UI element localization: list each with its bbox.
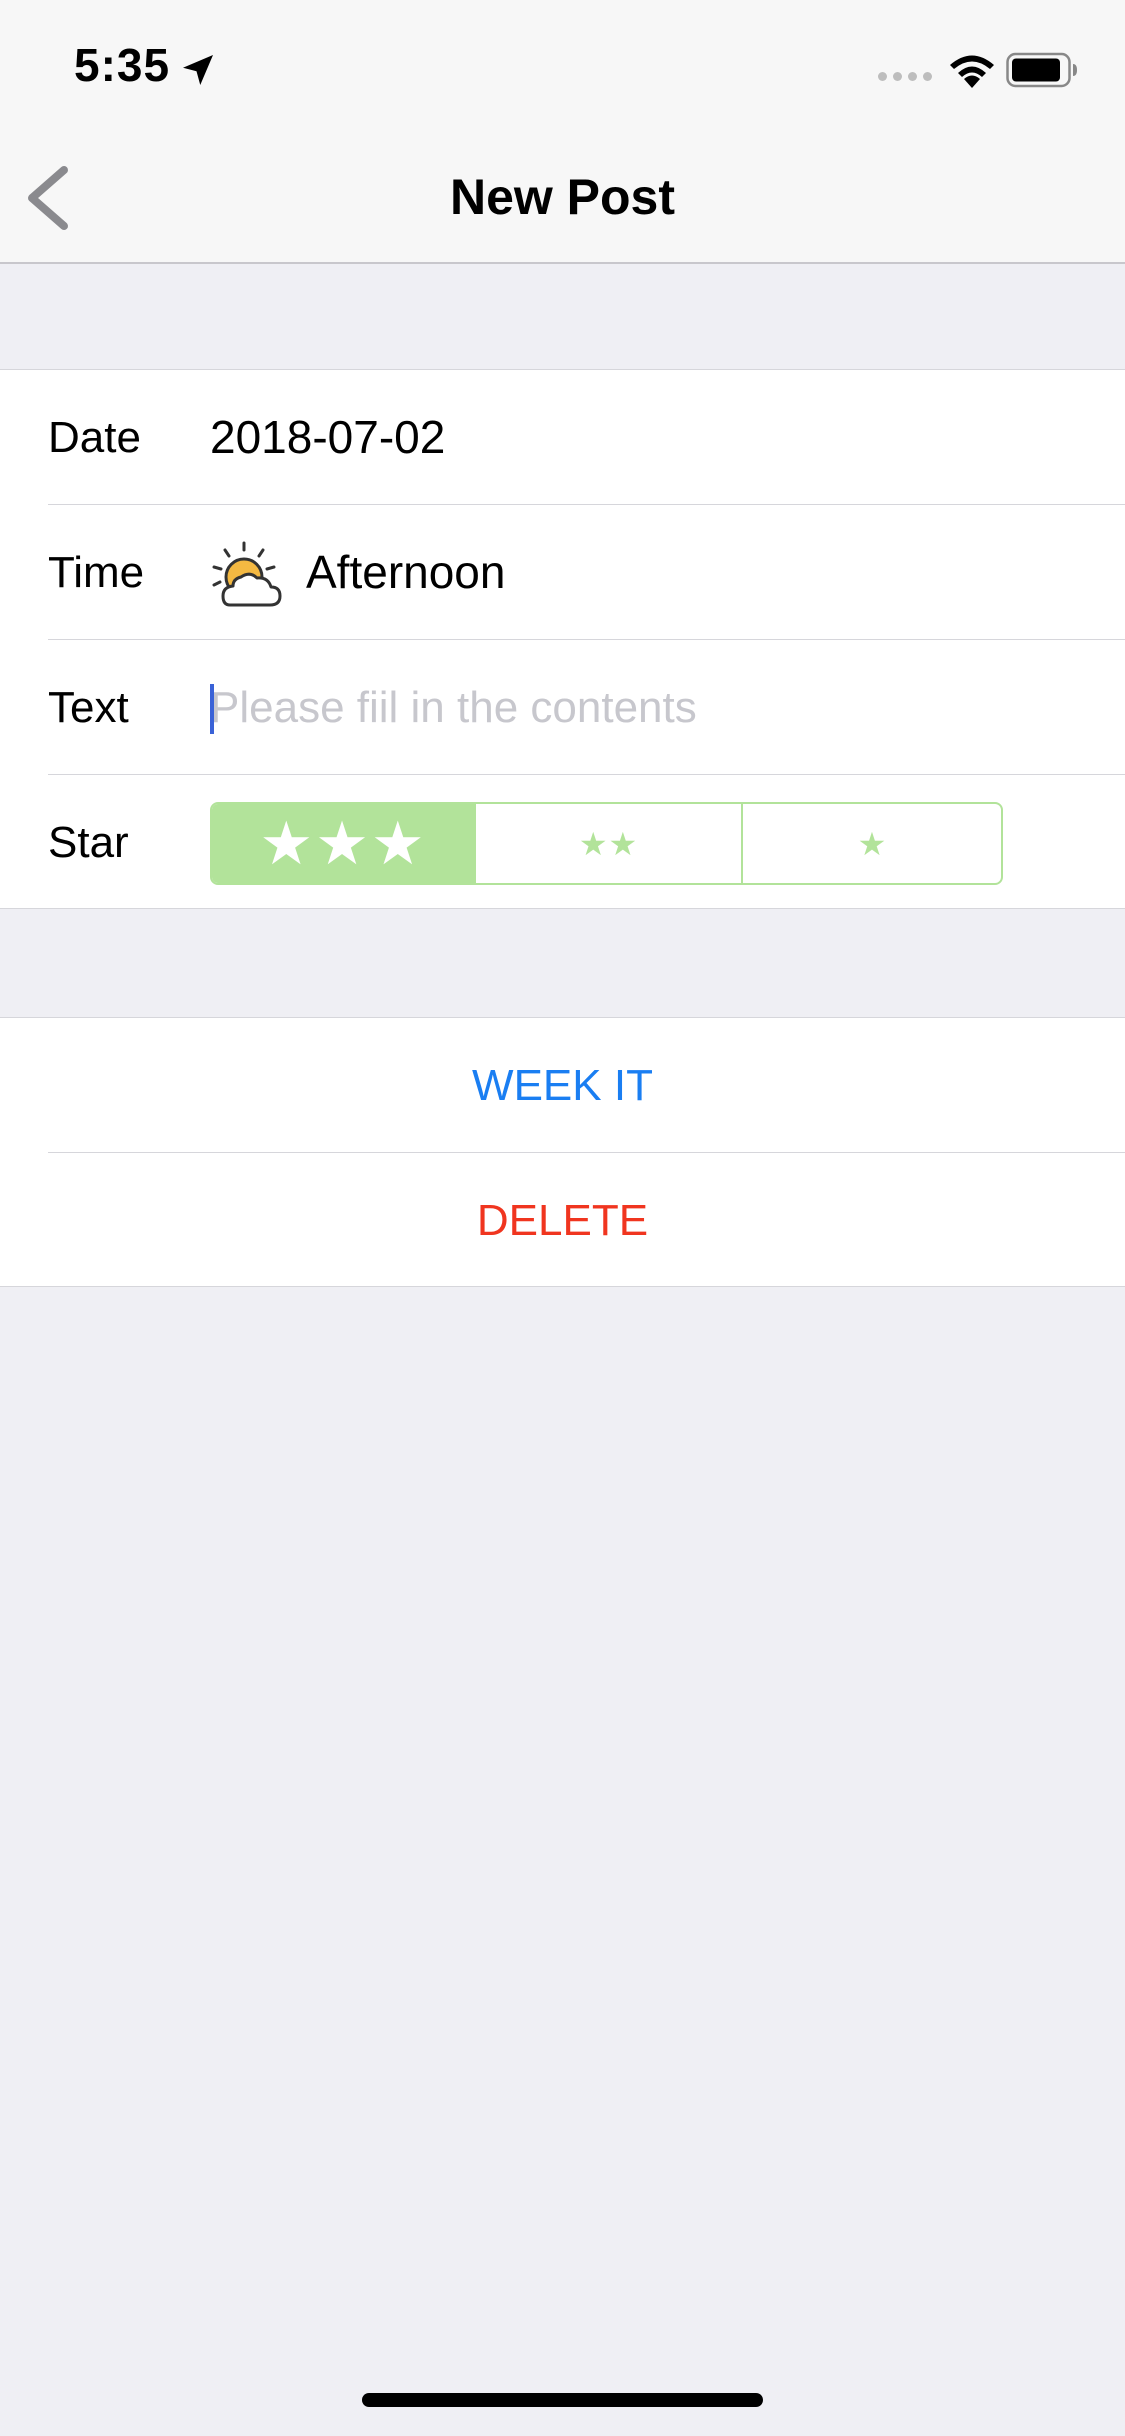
actions-group: WEEK IT DELETE (0, 1017, 1125, 1287)
status-bar: 5:35 (0, 0, 1125, 132)
time-value: Afternoon (306, 546, 506, 598)
cellular-signal-icon (878, 72, 932, 81)
date-value: 2018-07-02 (210, 411, 446, 463)
one-star-segment[interactable]: ★ (741, 804, 1001, 883)
battery-icon (1006, 52, 1077, 88)
week-it-button[interactable]: WEEK IT (0, 1018, 1125, 1153)
partly-cloudy-sun-icon (212, 541, 282, 607)
status-time: 5:35 (74, 39, 171, 91)
two-star-segment[interactable]: ★★ (474, 804, 741, 883)
home-indicator[interactable] (362, 2393, 763, 2407)
text-label: Text (48, 683, 129, 732)
navigation-bar: New Post (0, 132, 1125, 264)
post-form: Date 2018-07-02 Time Afternoon Text Star… (0, 369, 1125, 909)
star-row: Star ★★★ ★★ ★ (0, 775, 1125, 910)
date-row[interactable]: Date 2018-07-02 (0, 370, 1125, 505)
wifi-icon (950, 55, 994, 88)
three-star-segment[interactable]: ★★★ (212, 804, 474, 883)
delete-button[interactable]: DELETE (0, 1153, 1125, 1288)
week-it-label: WEEK IT (472, 1060, 653, 1110)
contents-input[interactable] (210, 668, 1090, 748)
location-arrow-icon (183, 55, 213, 85)
text-row: Text (0, 640, 1125, 775)
time-row[interactable]: Time Afternoon (0, 505, 1125, 640)
date-label: Date (48, 413, 141, 462)
time-label: Time (48, 548, 145, 597)
star-label: Star (48, 818, 129, 867)
page-title: New Post (449, 169, 676, 225)
text-cursor (210, 684, 214, 734)
star-rating-segmented-control: ★★★ ★★ ★ (210, 802, 1003, 885)
delete-label: DELETE (476, 1195, 649, 1245)
